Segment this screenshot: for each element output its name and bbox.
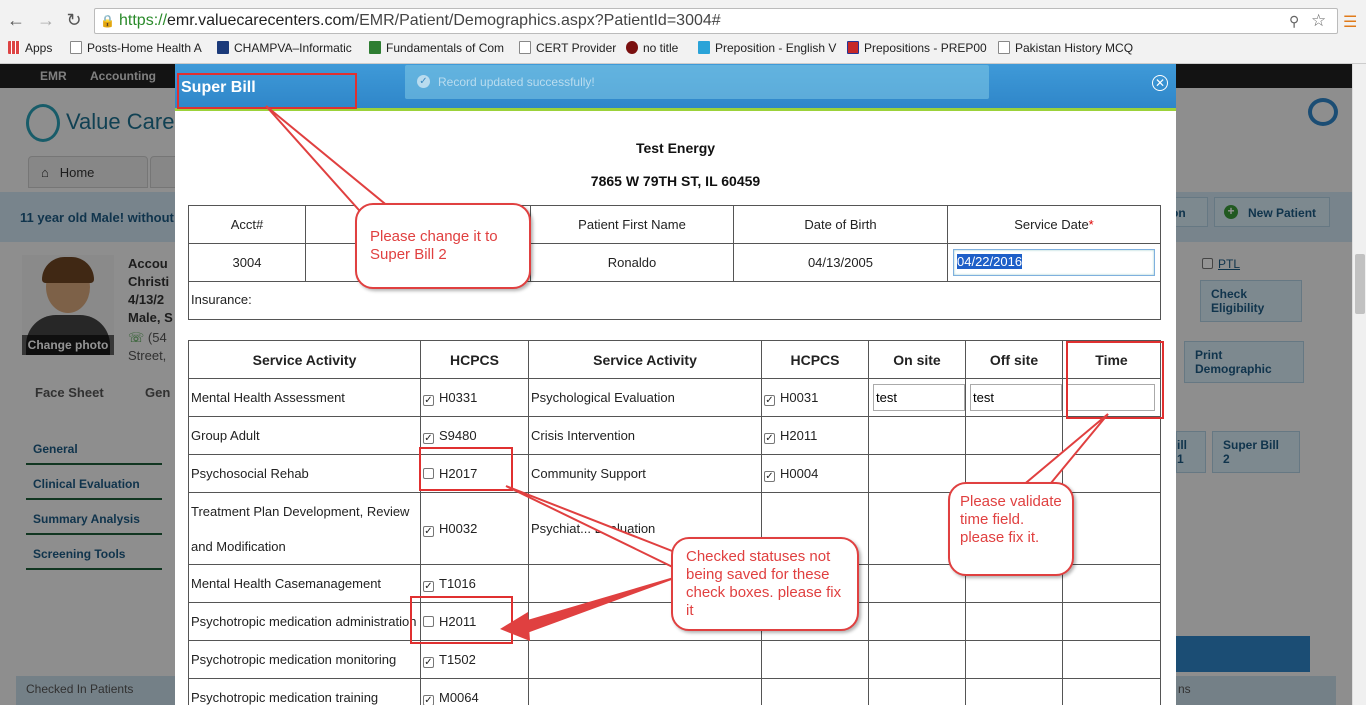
arrow-h2017 [505, 485, 692, 574]
annotation-checkbox: Checked statuses not being saved for the… [671, 537, 859, 631]
annotation-time: Please validate time field. please fix i… [948, 482, 1074, 576]
arrow-h2011 [522, 577, 675, 634]
arrow-head [500, 612, 530, 641]
annotation-rename: Please change it to Super Bill 2 [355, 203, 531, 289]
